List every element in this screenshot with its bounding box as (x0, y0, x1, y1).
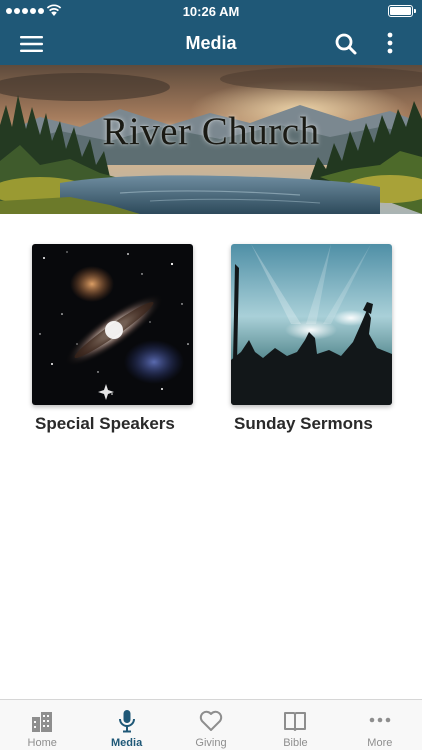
bottom-tab-bar: Home Media Giving Bible More (0, 699, 422, 750)
more-dots-icon (369, 717, 391, 723)
tab-more[interactable]: More (338, 700, 422, 750)
status-bar: 10:26 AM (0, 0, 422, 22)
hamburger-icon (20, 36, 43, 52)
battery-icon (388, 5, 416, 17)
search-button[interactable] (332, 30, 360, 58)
special-speakers-thumbnail (32, 244, 193, 405)
tab-giving[interactable]: Giving (169, 700, 253, 750)
hamburger-menu-button[interactable] (18, 30, 46, 58)
app-header: 10:26 AM Media (0, 0, 422, 65)
home-icon (32, 712, 53, 732)
media-card-label: Special Speakers (35, 414, 175, 433)
tab-home[interactable]: Home (0, 700, 84, 750)
status-time: 10:26 AM (182, 4, 240, 19)
tab-label: More (367, 737, 393, 749)
book-icon (284, 712, 307, 731)
tab-label: Giving (195, 737, 227, 749)
heart-icon (199, 710, 223, 731)
tab-label: Bible (283, 737, 308, 749)
microphone-icon (118, 710, 135, 733)
nav-bar: Media (0, 22, 422, 65)
tab-label: Home (27, 737, 57, 749)
tab-label: Media (111, 737, 143, 749)
tab-bible[interactable]: Bible (253, 700, 337, 750)
search-icon (335, 33, 357, 55)
overflow-menu-button[interactable] (378, 30, 402, 58)
sunday-sermons-thumbnail (231, 244, 392, 405)
media-card-special-speakers[interactable]: Special Speakers (30, 244, 200, 434)
banner-title: River Church (102, 110, 320, 153)
tab-media[interactable]: Media (84, 700, 168, 750)
church-banner: River Church (0, 65, 422, 214)
media-card-label: Sunday Sermons (234, 414, 373, 433)
media-card-sunday-sermons[interactable]: Sunday Sermons (229, 244, 399, 434)
vertical-dots-icon (387, 32, 393, 54)
